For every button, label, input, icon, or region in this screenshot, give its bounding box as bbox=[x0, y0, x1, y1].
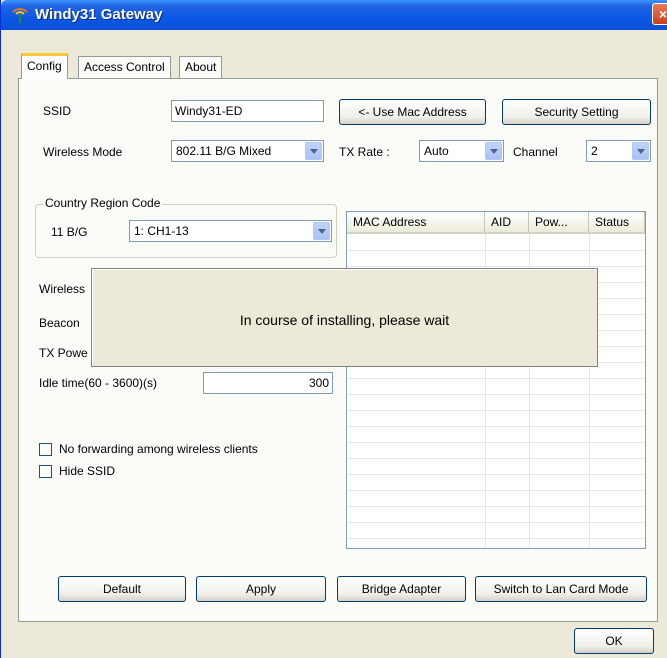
tab-config-label: Config bbox=[27, 59, 62, 73]
channel-select[interactable]: 2 bbox=[586, 140, 651, 162]
wireless-mode-select[interactable]: 802.11 B/G Mixed bbox=[171, 140, 324, 162]
tx-rate-select[interactable]: Auto bbox=[419, 140, 504, 162]
title-bar[interactable]: Windy31 Gateway × bbox=[1, 0, 667, 30]
chevron-down-icon[interactable] bbox=[313, 222, 330, 240]
grid-line bbox=[347, 458, 645, 459]
beacon-partial-label: Beacon bbox=[39, 316, 80, 330]
tab-about-label: About bbox=[185, 60, 217, 74]
default-button[interactable]: Default bbox=[58, 576, 186, 602]
tab-access-control[interactable]: Access Control bbox=[78, 56, 171, 78]
idle-time-input[interactable]: 300 bbox=[203, 372, 333, 394]
grid-line bbox=[347, 378, 645, 379]
use-mac-address-button[interactable]: <- Use Mac Address bbox=[339, 99, 486, 125]
hide-ssid-checkbox[interactable] bbox=[39, 465, 52, 478]
column-header-status[interactable]: Status bbox=[589, 212, 645, 234]
tab-access-control-label: Access Control bbox=[84, 60, 165, 74]
antenna-icon bbox=[12, 8, 28, 23]
band-label: 11 B/G bbox=[51, 225, 88, 239]
security-setting-button[interactable]: Security Setting bbox=[502, 99, 651, 125]
grid-line bbox=[347, 410, 645, 411]
tab-about[interactable]: About bbox=[179, 56, 223, 78]
grid-line bbox=[347, 394, 645, 395]
tab-config[interactable]: Config bbox=[21, 53, 68, 79]
grid-line bbox=[347, 490, 645, 491]
no-forwarding-label: No forwarding among wireless clients bbox=[59, 442, 258, 456]
column-header-aid[interactable]: AID bbox=[485, 212, 529, 234]
ok-button[interactable]: OK bbox=[574, 628, 654, 654]
chevron-down-icon[interactable] bbox=[305, 142, 322, 160]
hide-ssid-label: Hide SSID bbox=[59, 464, 116, 478]
grid-line bbox=[347, 522, 645, 523]
close-button[interactable]: × bbox=[652, 3, 667, 25]
chevron-down-icon[interactable] bbox=[485, 142, 502, 160]
tx-rate-value: Auto bbox=[424, 144, 449, 158]
region-select[interactable]: 1: CH1-13 bbox=[129, 220, 332, 242]
channel-label: Channel bbox=[513, 145, 558, 159]
wireless-mode-value: 802.11 B/G Mixed bbox=[176, 144, 272, 158]
tx-rate-label: TX Rate : bbox=[339, 145, 390, 159]
idle-time-label: Idle time(60 - 3600)(s) bbox=[39, 376, 158, 390]
close-icon: × bbox=[658, 6, 667, 22]
grid-line bbox=[347, 266, 645, 267]
tx-power-partial-label: TX Powe bbox=[39, 346, 88, 360]
grid-line bbox=[347, 250, 645, 251]
switch-lan-mode-button[interactable]: Switch to Lan Card Mode bbox=[475, 576, 647, 602]
client-list[interactable]: MAC Address AID Pow... Status bbox=[346, 211, 646, 549]
wireless-partial-label: Wireless bbox=[39, 282, 86, 296]
grid-line bbox=[347, 426, 645, 427]
installing-popup: In course of installing, please wait bbox=[91, 268, 598, 367]
gateway-window: Windy31 Gateway × Config Access Control … bbox=[0, 0, 667, 658]
region-value: 1: CH1-13 bbox=[134, 224, 189, 238]
ssid-input[interactable]: Windy31-ED bbox=[171, 100, 324, 122]
grid-line bbox=[347, 442, 645, 443]
channel-value: 2 bbox=[591, 144, 598, 158]
bridge-adapter-button[interactable]: Bridge Adapter bbox=[337, 576, 466, 602]
wireless-mode-label: Wireless Mode bbox=[43, 145, 123, 159]
no-forwarding-checkbox[interactable] bbox=[39, 443, 52, 456]
ssid-label: SSID bbox=[43, 104, 72, 118]
grid-line bbox=[347, 538, 645, 539]
column-header-power[interactable]: Pow... bbox=[529, 212, 589, 234]
grid-line bbox=[347, 474, 645, 475]
installing-message: In course of installing, please wait bbox=[239, 312, 450, 328]
column-header-mac[interactable]: MAC Address bbox=[347, 212, 485, 234]
country-region-legend: Country Region Code bbox=[43, 196, 163, 210]
grid-line bbox=[347, 506, 645, 507]
apply-button[interactable]: Apply bbox=[196, 576, 326, 602]
window-title: Windy31 Gateway bbox=[35, 6, 163, 23]
chevron-down-icon[interactable] bbox=[632, 142, 649, 160]
